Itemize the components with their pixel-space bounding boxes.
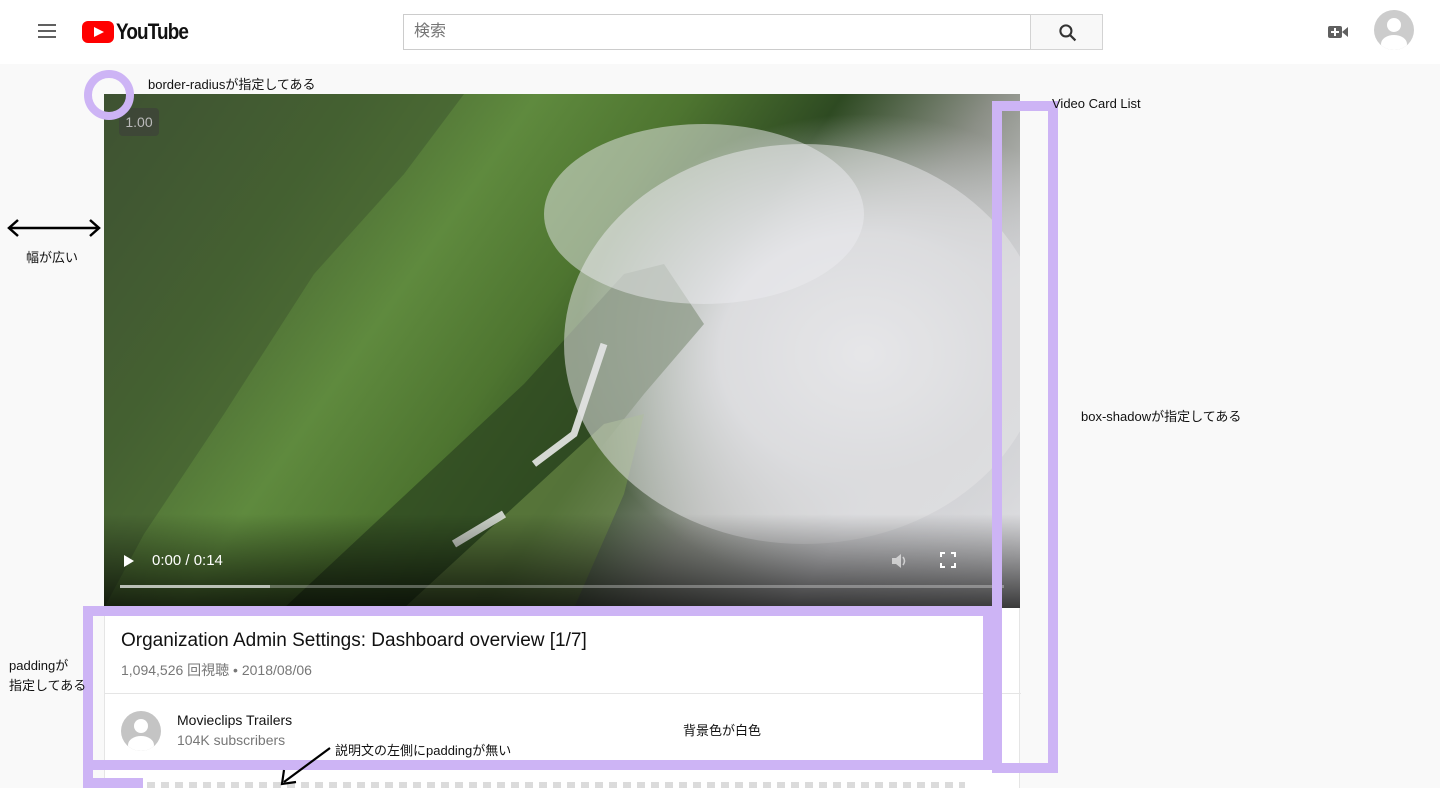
description-text [105, 782, 965, 788]
top-bar: YouTube [0, 0, 1440, 64]
fullscreen-icon[interactable] [940, 552, 956, 568]
account-icon[interactable] [1374, 10, 1414, 50]
annotation-background-white: 背景色が白色 [683, 723, 762, 738]
time-display: 0:00 / 0:14 [152, 552, 223, 569]
video-player[interactable]: 1.00 0:00 / 0:14 [104, 94, 1020, 608]
annotation-desc-no-padding: 説明文の左側にpaddingが無い [335, 743, 512, 758]
menu-icon[interactable] [36, 24, 60, 42]
search-icon [1059, 24, 1077, 42]
padding-marker-left [83, 606, 143, 788]
youtube-logo[interactable]: YouTube [82, 19, 200, 44]
annotation-padding-line2: 指定してある [9, 678, 87, 693]
search-button[interactable] [1030, 14, 1103, 50]
youtube-logo-icon [82, 21, 114, 43]
progress-fill [120, 585, 271, 588]
play-icon[interactable] [122, 554, 136, 568]
double-arrow-icon [7, 219, 101, 237]
controls-gradient [104, 514, 1020, 608]
search-input[interactable] [403, 14, 1031, 50]
video-camera-icon[interactable] [1326, 22, 1350, 42]
annotation-padding-line1: paddingが [9, 658, 69, 673]
progress-bar[interactable] [120, 585, 1004, 588]
arrow-icon [280, 747, 331, 786]
annotation-video-card-list: Video Card List [1052, 96, 1141, 111]
logo-text: YouTube [116, 19, 189, 44]
box-shadow-marker [992, 101, 1058, 773]
annotation-border-radius: border-radiusが指定してある [148, 77, 316, 92]
padding-marker-outer [83, 606, 993, 770]
border-radius-marker [84, 70, 134, 120]
annotation-width-wide: 幅が広い [26, 250, 79, 265]
volume-icon[interactable] [890, 552, 910, 570]
annotation-box-shadow: box-shadowが指定してある [1081, 409, 1242, 424]
